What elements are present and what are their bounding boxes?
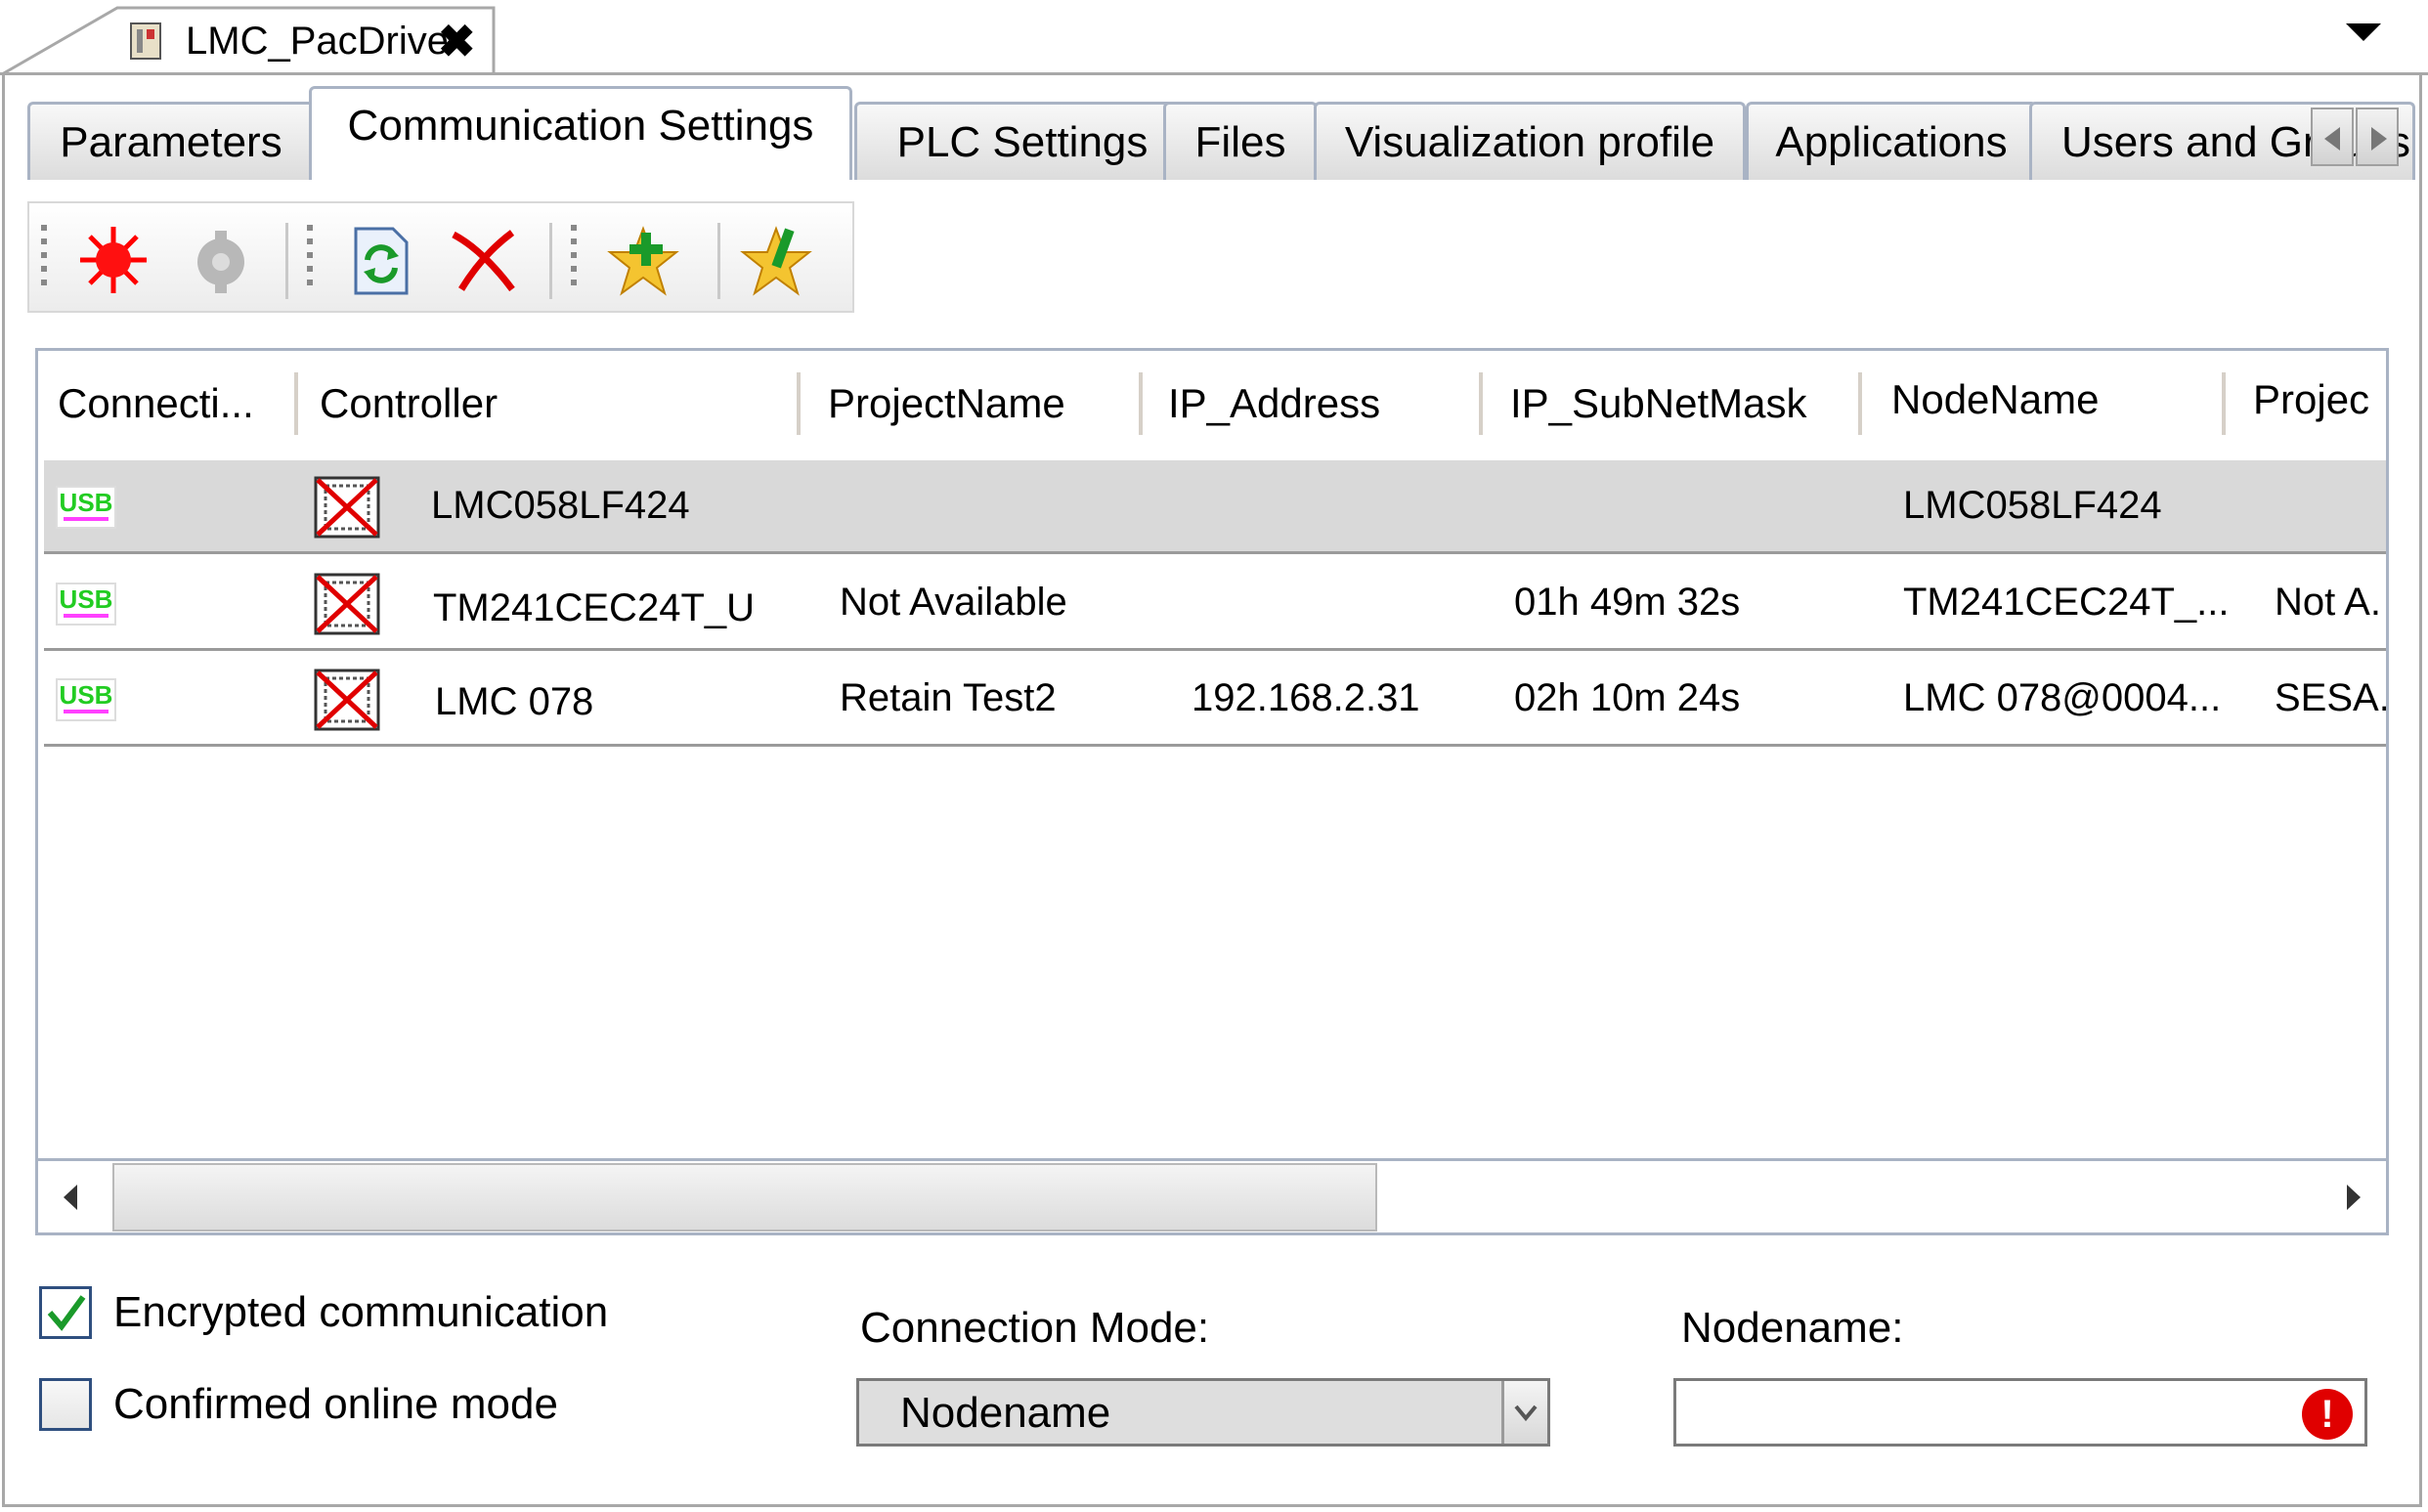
controller-cell: LMC 078 bbox=[435, 680, 594, 723]
add-favorite-icon[interactable] bbox=[604, 221, 682, 299]
toolbar-grip bbox=[571, 225, 577, 293]
edit-favorite-icon[interactable] bbox=[737, 221, 815, 299]
column-divider[interactable] bbox=[294, 372, 298, 435]
controller-cell: LMC058LF424 bbox=[431, 484, 690, 527]
toolbar bbox=[27, 201, 854, 313]
controller-offline-icon bbox=[314, 476, 380, 539]
controller-offline-icon bbox=[314, 669, 380, 731]
toolbar-grip bbox=[307, 225, 313, 293]
ip-address-cell: 192.168.2.31 bbox=[1192, 676, 1420, 719]
table-row[interactable]: USB LMC058LF424 LMC058LF424 bbox=[44, 460, 2386, 554]
subnet-cell: 01h 49m 32s bbox=[1514, 581, 1741, 624]
project-cell: SESA. bbox=[2275, 676, 2389, 719]
tab-plc-settings[interactable]: PLC Settings bbox=[854, 102, 1191, 180]
column-divider[interactable] bbox=[1139, 372, 1143, 435]
encrypted-communication-label: Encrypted communication bbox=[113, 1288, 609, 1336]
project-cell: Not A. bbox=[2275, 581, 2381, 624]
controller-offline-icon bbox=[314, 573, 380, 635]
tab-visualization-profile[interactable]: Visualization profile bbox=[1314, 102, 1746, 180]
tab-applications[interactable]: Applications bbox=[1746, 102, 2037, 180]
usb-connection-icon: USB bbox=[56, 678, 116, 721]
check-mark-icon bbox=[47, 1295, 86, 1331]
table-row[interactable]: USB LMC 078 Retain Test2 192.168.2.31 02… bbox=[44, 653, 2386, 747]
delete-icon[interactable] bbox=[444, 221, 522, 299]
project-name-cell: Not Available bbox=[840, 581, 1067, 624]
tab-parameters[interactable]: Parameters bbox=[27, 102, 315, 180]
column-header-connection[interactable]: Connecti... bbox=[58, 380, 254, 427]
toolbar-separator bbox=[549, 223, 552, 299]
document-tab-title: LMC_PacDrive bbox=[186, 20, 449, 63]
tab-strip: Parameters Communication Settings PLC Se… bbox=[27, 86, 2417, 180]
subnet-cell: 02h 10m 24s bbox=[1514, 676, 1741, 719]
column-header-controller[interactable]: Controller bbox=[320, 380, 498, 427]
disabled-gear-icon[interactable] bbox=[182, 221, 260, 299]
controller-grid[interactable]: Connecti... Controller ProjectName IP_Ad… bbox=[35, 348, 2389, 1235]
column-divider[interactable] bbox=[1479, 372, 1483, 435]
toolbar-separator bbox=[717, 223, 720, 299]
tab-scroll-right-icon[interactable] bbox=[2356, 108, 2399, 166]
column-header-ip-address[interactable]: IP_Address bbox=[1168, 380, 1380, 427]
column-divider[interactable] bbox=[797, 372, 801, 435]
chevron-down-glyph bbox=[1514, 1404, 1538, 1422]
node-name-cell: TM241CEC24T_... bbox=[1903, 581, 2230, 624]
project-name-cell: Retain Test2 bbox=[840, 676, 1057, 719]
toolbar-grip bbox=[41, 225, 47, 293]
controller-cell: TM241CEC24T_U bbox=[433, 586, 756, 629]
node-name-cell: LMC 078@0004... bbox=[1903, 676, 2222, 719]
toolbar-separator bbox=[285, 223, 288, 299]
tab-files[interactable]: Files bbox=[1163, 102, 1318, 180]
connection-mode-label: Connection Mode: bbox=[860, 1304, 1210, 1352]
usb-connection-icon: USB bbox=[56, 486, 116, 529]
refresh-icon[interactable] bbox=[342, 221, 420, 299]
column-header-node-name[interactable]: NodeName bbox=[1891, 376, 2099, 423]
wink-icon[interactable] bbox=[74, 221, 152, 299]
document-tab[interactable]: LMC_PacDrive ✖ bbox=[0, 0, 508, 76]
scroll-left-icon[interactable] bbox=[38, 1161, 108, 1231]
controller-file-icon bbox=[130, 22, 161, 60]
chevron-down-icon[interactable] bbox=[1501, 1381, 1547, 1444]
nodename-input[interactable]: ! bbox=[1673, 1378, 2367, 1447]
confirmed-online-mode-checkbox[interactable] bbox=[39, 1378, 92, 1431]
column-header-project-name[interactable]: ProjectName bbox=[828, 380, 1065, 427]
error-icon: ! bbox=[2302, 1389, 2353, 1440]
nodename-label: Nodename: bbox=[1681, 1304, 1904, 1352]
scroll-right-icon[interactable] bbox=[2316, 1161, 2386, 1231]
column-header-project[interactable]: Projec bbox=[2253, 376, 2369, 423]
close-icon[interactable]: ✖ bbox=[438, 19, 476, 64]
node-name-cell: LMC058LF424 bbox=[1903, 484, 2162, 527]
document-menu-dropdown-icon[interactable] bbox=[2346, 23, 2381, 41]
grid-header: Connecti... Controller ProjectName IP_Ad… bbox=[38, 351, 2386, 458]
horizontal-scrollbar[interactable] bbox=[38, 1158, 2386, 1232]
encrypted-communication-checkbox[interactable] bbox=[39, 1286, 92, 1339]
usb-connection-icon: USB bbox=[56, 583, 116, 626]
scrollbar-thumb[interactable] bbox=[112, 1163, 1377, 1231]
confirmed-online-mode-label: Confirmed online mode bbox=[113, 1380, 558, 1428]
column-divider[interactable] bbox=[2222, 372, 2226, 435]
tab-communication-settings[interactable]: Communication Settings bbox=[309, 86, 852, 180]
connection-mode-value: Nodename bbox=[900, 1389, 1111, 1437]
tab-scroll-left-icon[interactable] bbox=[2311, 108, 2354, 166]
table-row[interactable]: USB TM241CEC24T_U Not Available 01h 49m … bbox=[44, 557, 2386, 651]
column-header-ip-subnetmask[interactable]: IP_SubNetMask bbox=[1510, 380, 1806, 427]
connection-mode-select[interactable]: Nodename bbox=[856, 1378, 1550, 1447]
column-divider[interactable] bbox=[1858, 372, 1862, 435]
